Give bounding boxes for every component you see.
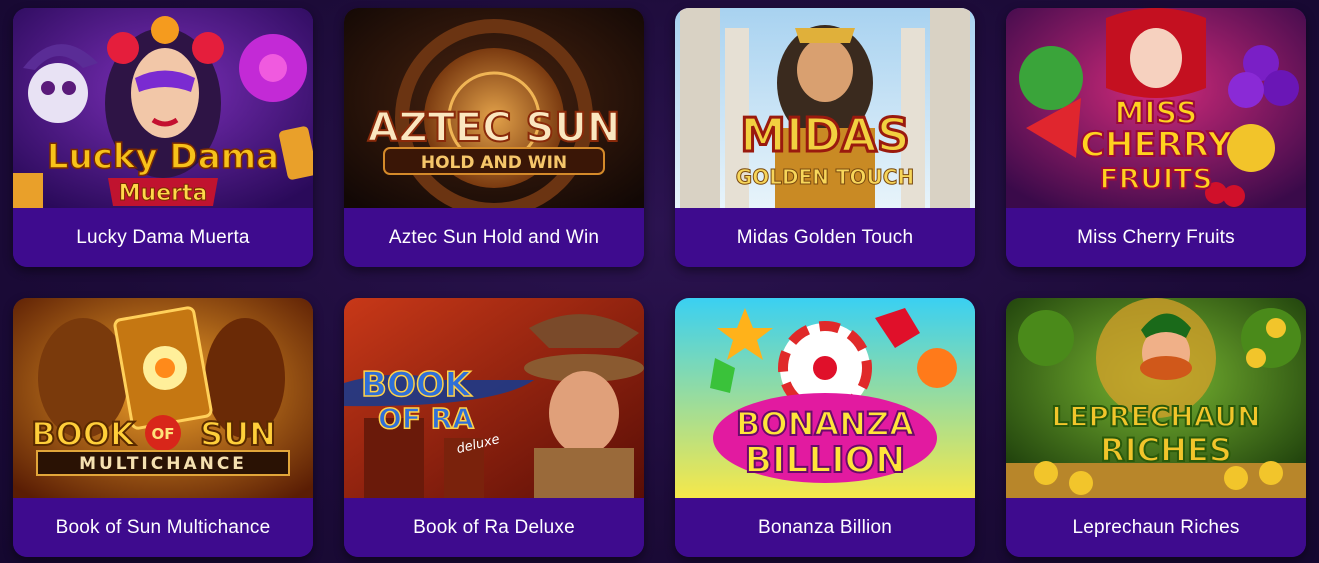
game-logo-line-1: BOOK xyxy=(361,365,473,405)
game-logo-line-1: MIDAS xyxy=(740,108,910,162)
game-thumbnail[interactable]: BOOK OF SUN MULTICHANCE xyxy=(13,298,313,498)
game-logo-line-2: OF RA xyxy=(378,402,474,435)
game-title[interactable]: Miss Cherry Fruits xyxy=(1006,208,1306,267)
game-title[interactable]: Aztec Sun Hold and Win xyxy=(344,208,644,267)
game-logo-line-1: Lucky Dama xyxy=(47,137,279,177)
game-thumbnail[interactable]: BONANZA BILLION xyxy=(675,298,975,498)
game-logo-line-2: GOLDEN TOUCH xyxy=(736,165,914,189)
game-title[interactable]: Bonanza Billion xyxy=(675,498,975,557)
game-card-midas-golden-touch[interactable]: MIDAS GOLDEN TOUCH Midas Golden Touch xyxy=(675,8,975,267)
game-title[interactable]: Book of Ra Deluxe xyxy=(344,498,644,557)
game-logo-line-2: Muerta xyxy=(119,181,208,206)
game-card-lucky-dama-muerta[interactable]: Lucky Dama Muerta Lucky Dama Muerta xyxy=(13,8,313,267)
game-card-miss-cherry-fruits[interactable]: MISS CHERRY FRUITS Miss Cherry Fruits xyxy=(1006,8,1306,267)
game-card-leprechaun-riches[interactable]: LEPRECHAUN RICHES Leprechaun Riches xyxy=(1006,298,1306,557)
game-title[interactable]: Lucky Dama Muerta xyxy=(13,208,313,267)
game-card-book-of-sun-multichance[interactable]: BOOK OF SUN MULTICHANCE Book of Sun Mult… xyxy=(13,298,313,557)
game-thumbnail[interactable]: MIDAS GOLDEN TOUCH xyxy=(675,8,975,208)
game-logo-line-3: FRUITS xyxy=(1099,162,1212,195)
game-card-book-of-ra-deluxe[interactable]: BOOK OF RA deluxe Book of Ra Deluxe xyxy=(344,298,644,557)
game-logo-line-4: MULTICHANCE xyxy=(79,454,247,474)
game-title[interactable]: Book of Sun Multichance xyxy=(13,498,313,557)
game-logo-line-2: OF xyxy=(152,425,175,443)
game-card-bonanza-billion[interactable]: BONANZA BILLION Bonanza Billion xyxy=(675,298,975,557)
game-thumbnail[interactable]: MISS CHERRY FRUITS xyxy=(1006,8,1306,208)
game-logo-line-2: CHERRY xyxy=(1080,125,1232,165)
game-logo-line-1: BOOK xyxy=(31,415,136,453)
game-thumbnail[interactable]: AZTEC SUN HOLD AND WIN xyxy=(344,8,644,208)
game-logo-line-3: SUN xyxy=(200,415,276,453)
game-logo-line-2: BILLION xyxy=(745,440,906,481)
game-thumbnail[interactable]: BOOK OF RA deluxe xyxy=(344,298,644,498)
game-grid: Lucky Dama Muerta Lucky Dama Muerta AZTE… xyxy=(13,8,1306,557)
game-title[interactable]: Leprechaun Riches xyxy=(1006,498,1306,557)
game-logo-line-2: RICHES xyxy=(1100,431,1232,469)
game-logo-line-2: HOLD AND WIN xyxy=(421,153,567,173)
game-title[interactable]: Midas Golden Touch xyxy=(675,208,975,267)
game-card-aztec-sun[interactable]: AZTEC SUN HOLD AND WIN Aztec Sun Hold an… xyxy=(344,8,644,267)
game-logo-line-1: BONANZA xyxy=(736,405,914,443)
game-logo-line-1: AZTEC SUN xyxy=(368,105,621,151)
game-thumbnail[interactable]: Lucky Dama Muerta xyxy=(13,8,313,208)
game-thumbnail[interactable]: LEPRECHAUN RICHES xyxy=(1006,298,1306,498)
game-logo-line-1: LEPRECHAUN xyxy=(1051,400,1260,433)
